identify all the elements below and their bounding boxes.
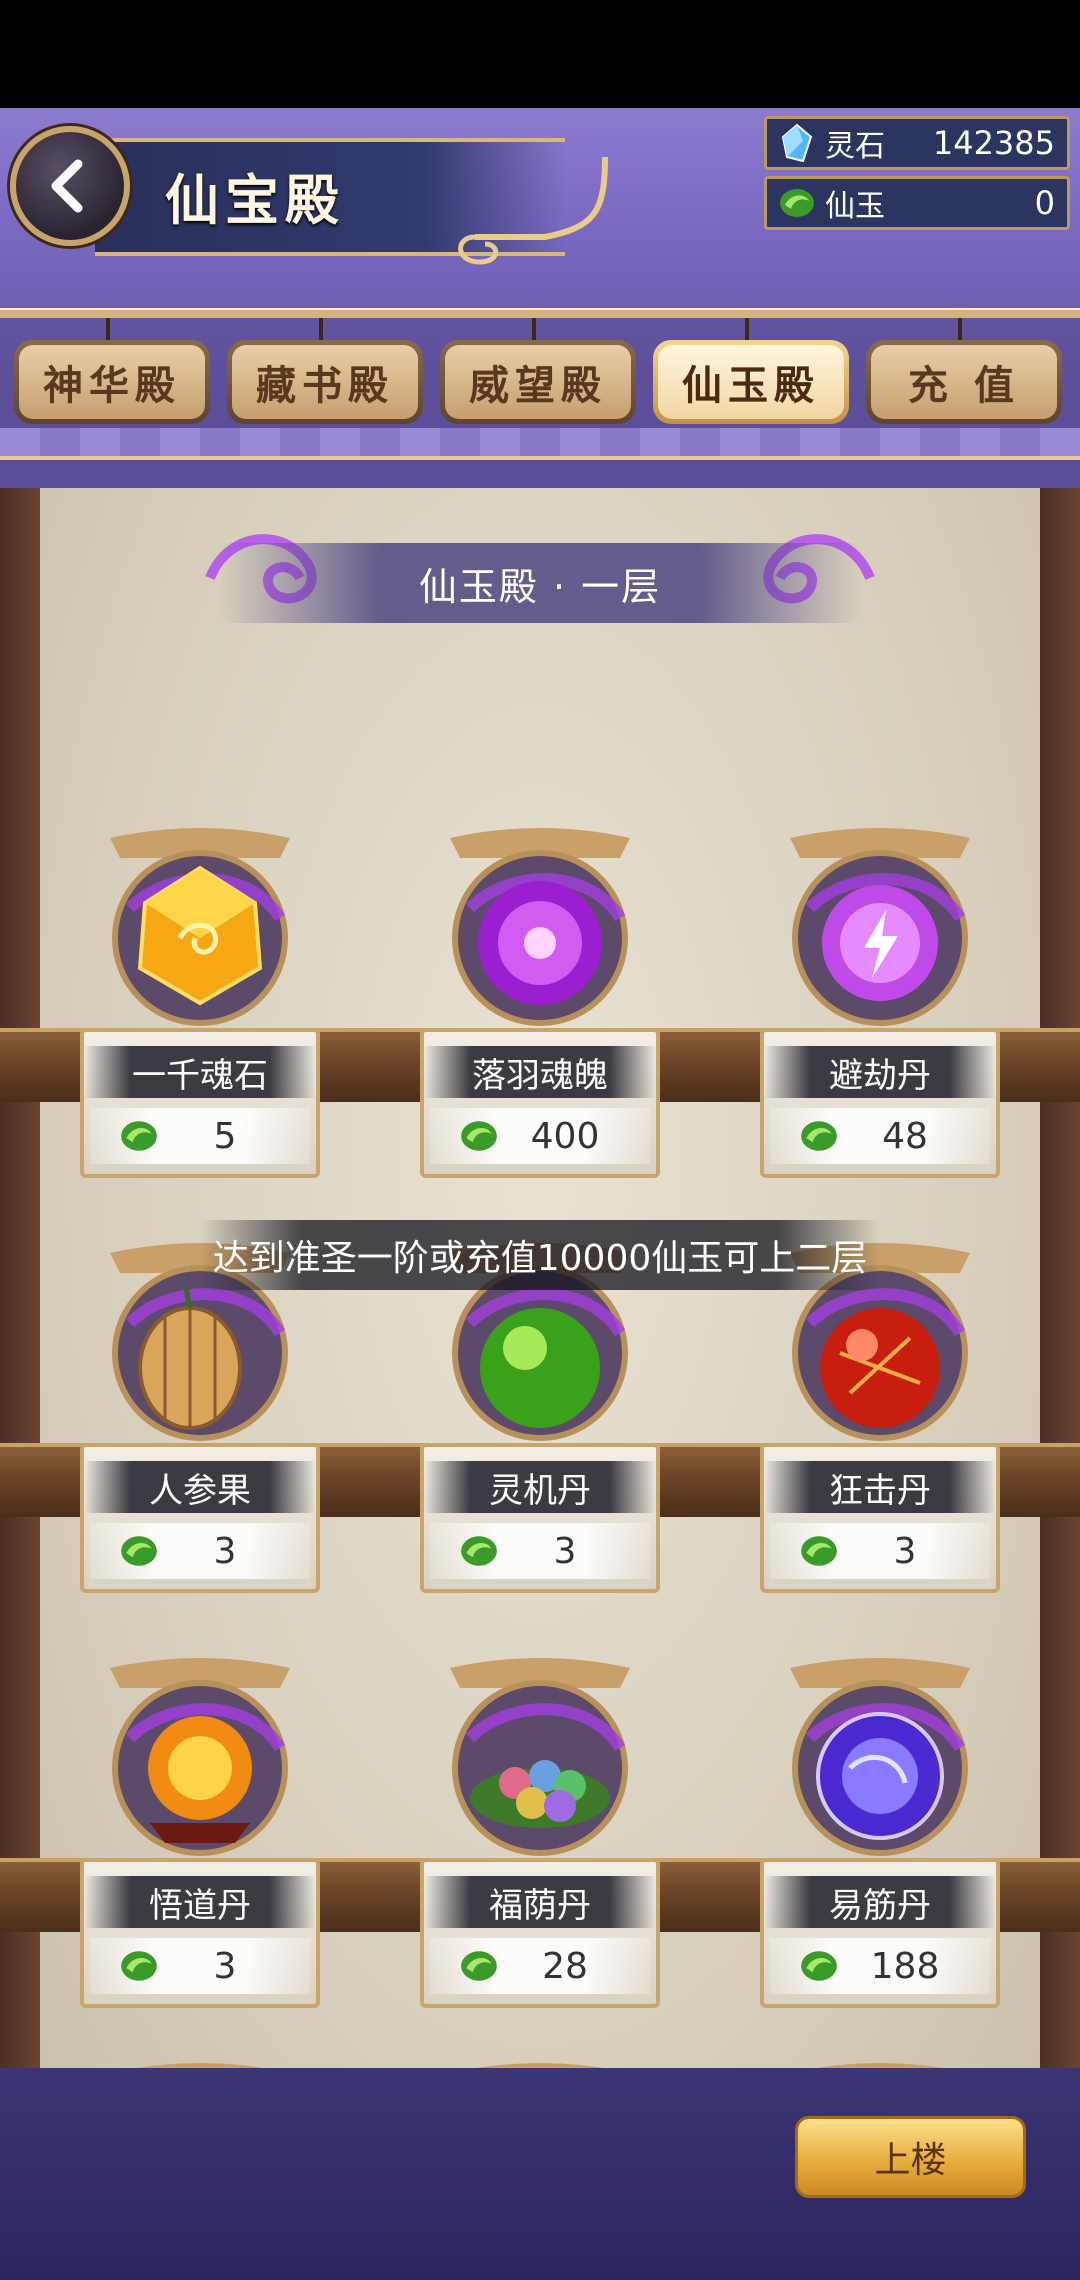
tab-label: 仙玉殿: [658, 345, 844, 419]
price-row: 3: [770, 1523, 990, 1579]
header: 仙宝殿 灵石 142385 仙玉 0: [0, 108, 1080, 308]
item-price: 48: [882, 1115, 928, 1157]
jade-icon: [461, 1536, 497, 1566]
item-price: 5: [213, 1115, 237, 1157]
currency-value: 0: [1034, 184, 1055, 222]
tab-weiwang[interactable]: 威望殿: [440, 318, 636, 454]
shop-item[interactable]: 落羽魂魄 400: [420, 818, 660, 1178]
jade-icon: [121, 1536, 157, 1566]
item-price: 3: [213, 1530, 237, 1572]
item-name: 人参果: [84, 1461, 316, 1513]
go-upstairs-button[interactable]: 上楼: [795, 2116, 1026, 2198]
item-name: 易筋丹: [764, 1876, 996, 1928]
price-row: 3: [90, 1938, 310, 1994]
lightning-pill-icon: [790, 828, 970, 1026]
cloud-ornament-icon: [458, 156, 608, 265]
item-label-plate: 一千魂石 5: [80, 1028, 320, 1178]
shop-item[interactable]: 悟道丹 3: [80, 1648, 320, 2008]
curtain-trim: [0, 428, 1080, 460]
jade-icon: [780, 189, 814, 217]
shop-item[interactable]: 避劫丹 48: [760, 818, 1000, 1178]
item-name: 落羽魂魄: [424, 1046, 656, 1098]
item-price: 400: [530, 1115, 600, 1157]
price-row: 400: [430, 1108, 650, 1164]
item-price: 3: [213, 1945, 237, 1987]
tab-xianyu[interactable]: 仙玉殿: [653, 318, 849, 454]
purple-soul-orb-icon: [450, 828, 630, 1026]
item-label-plate: 悟道丹 3: [80, 1858, 320, 2008]
status-bar: [0, 0, 1080, 108]
tab-label: 藏书殿: [232, 345, 418, 419]
floor-title: 仙玉殿 · 一层: [418, 564, 662, 609]
jade-icon: [801, 1121, 837, 1151]
floor-unlock-toast: 达到准圣一阶或充值10000仙玉可上二层: [200, 1220, 880, 1290]
colored-pills-icon: [450, 1658, 630, 1856]
item-name: 一千魂石: [84, 1046, 316, 1098]
gold-soul-stone-icon: [110, 828, 290, 1026]
item-label-plate: 灵机丹 3: [420, 1443, 660, 1593]
item-label-plate: 人参果 3: [80, 1443, 320, 1593]
shop-item[interactable]: 福荫丹 28: [420, 1648, 660, 2008]
price-row: 28: [430, 1938, 650, 1994]
fire-orb-icon: [110, 1658, 290, 1856]
item-label-plate: 狂击丹 3: [760, 1443, 1000, 1593]
back-button[interactable]: [10, 126, 130, 246]
currency-name: 仙玉: [825, 189, 885, 224]
item-price: 3: [553, 1530, 577, 1572]
currency-value: 142385: [932, 124, 1055, 162]
floor-banner: 仙玉殿 · 一层: [220, 543, 860, 623]
tab-label: 充 值: [871, 345, 1057, 419]
jade-icon: [121, 1951, 157, 1981]
shop-item[interactable]: 易筋丹 188: [760, 1648, 1000, 2008]
page-title: 仙宝殿: [165, 168, 345, 232]
item-price: 3: [893, 1530, 917, 1572]
price-row: 48: [770, 1108, 990, 1164]
tab-bar: 神华殿 藏书殿 威望殿 仙玉殿 充 值: [0, 318, 1080, 454]
item-price: 188: [870, 1945, 940, 1987]
currency-spirit-stone: 灵石 142385: [764, 116, 1070, 170]
item-name: 狂击丹: [764, 1461, 996, 1513]
item-label-plate: 落羽魂魄 400: [420, 1028, 660, 1178]
price-row: 3: [90, 1523, 310, 1579]
item-name: 灵机丹: [424, 1461, 656, 1513]
spirit-stone-icon: [781, 123, 813, 163]
item-price: 28: [542, 1945, 588, 1987]
title-plate: 仙宝殿: [95, 138, 608, 265]
jade-icon: [801, 1536, 837, 1566]
tab-recharge[interactable]: 充 值: [866, 318, 1062, 454]
chevron-left-icon: [51, 159, 83, 213]
blue-orb-icon: [790, 1658, 970, 1856]
tab-rail: [0, 308, 1080, 318]
item-label-plate: 易筋丹 188: [760, 1858, 1000, 2008]
shelf-area: 仙玉殿 · 一层 一千魂石 5 落羽魂魄 400 避劫丹 48 人参果 3 灵机…: [0, 488, 1080, 2178]
tab-cangshu[interactable]: 藏书殿: [227, 318, 423, 454]
price-row: 5: [90, 1108, 310, 1164]
item-name: 避劫丹: [764, 1046, 996, 1098]
tab-shenhua[interactable]: 神华殿: [14, 318, 210, 454]
shop-screen: 仙宝殿 灵石 142385 仙玉 0 神华殿 藏书殿 威望殿 仙玉殿 充 值 仙…: [0, 108, 1080, 2280]
price-row: 3: [430, 1523, 650, 1579]
jade-icon: [461, 1121, 497, 1151]
item-label-plate: 避劫丹 48: [760, 1028, 1000, 1178]
currency-jade: 仙玉 0: [764, 176, 1070, 230]
price-row: 188: [770, 1938, 990, 1994]
tab-label: 神华殿: [19, 345, 205, 419]
currency-name: 灵石: [825, 129, 885, 164]
item-name: 福荫丹: [424, 1876, 656, 1928]
jade-icon: [461, 1951, 497, 1981]
shop-item[interactable]: 一千魂石 5: [80, 818, 320, 1178]
item-name: 悟道丹: [84, 1876, 316, 1928]
jade-icon: [801, 1951, 837, 1981]
jade-icon: [121, 1121, 157, 1151]
item-label-plate: 福荫丹 28: [420, 1858, 660, 2008]
tab-label: 威望殿: [445, 345, 631, 419]
